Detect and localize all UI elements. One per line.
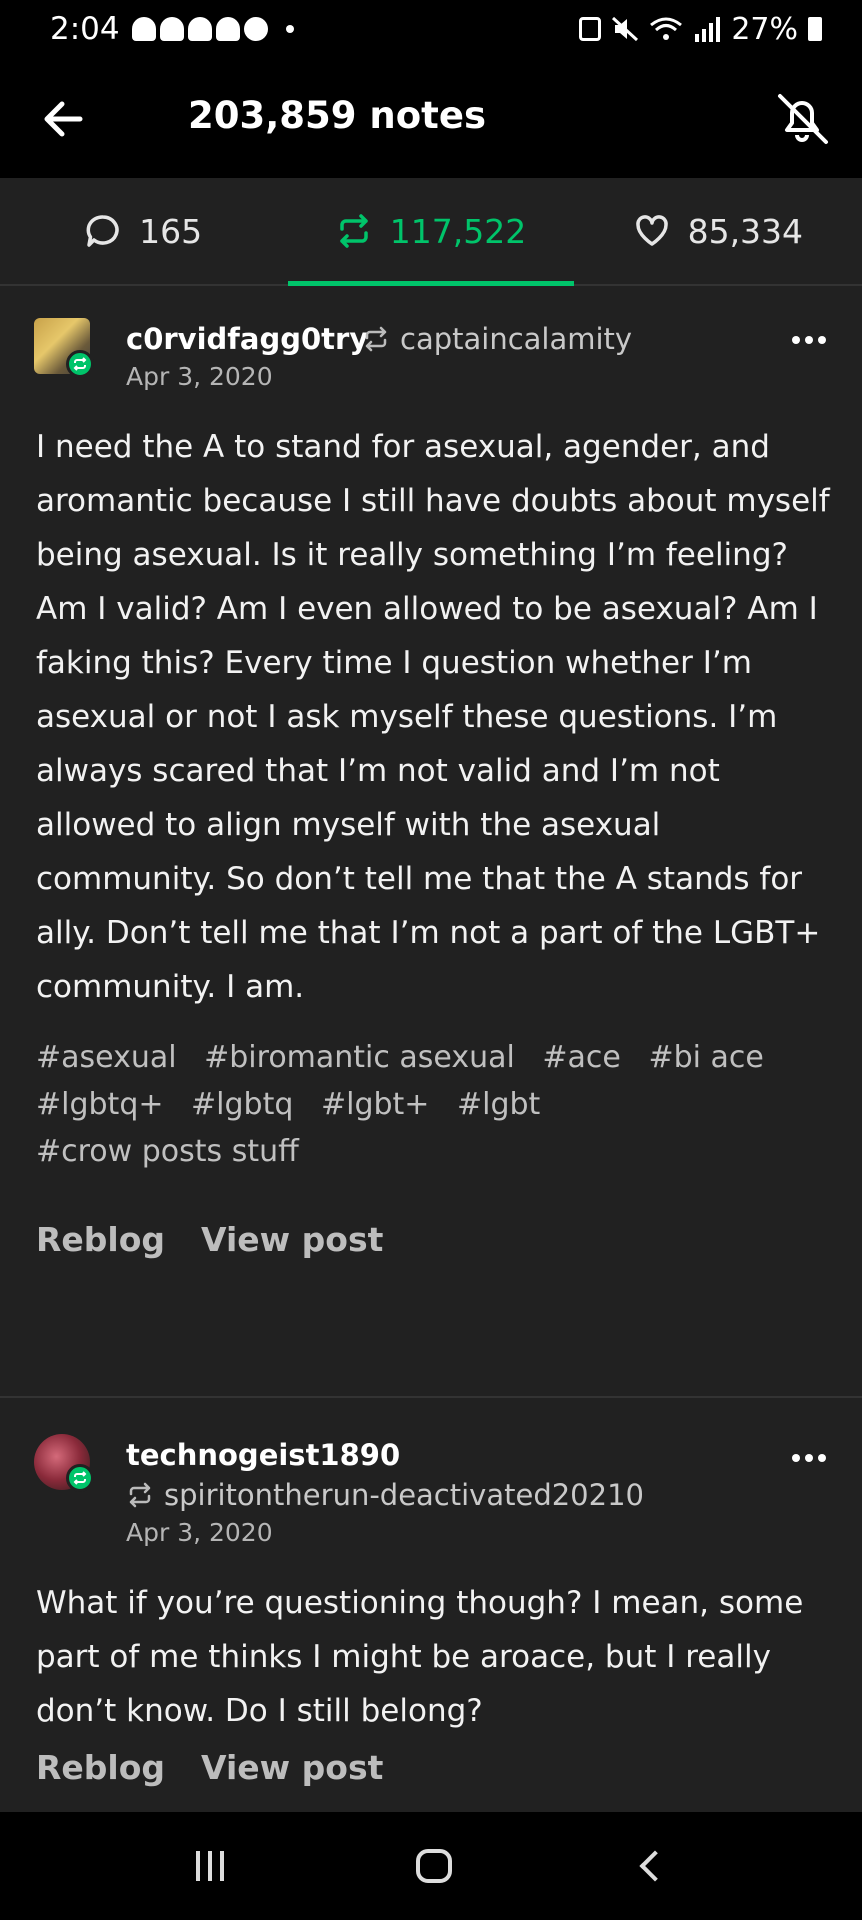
message-icon xyxy=(243,17,268,41)
more-options-icon[interactable] xyxy=(792,336,826,344)
note-item: technogeist1890 spiritontherun-deactivat… xyxy=(0,1398,862,1812)
post-tags: #asexual #biromantic asexual #ace #bi ac… xyxy=(36,1034,836,1175)
battery-percent: 27% xyxy=(731,11,798,47)
battery-icon xyxy=(808,17,822,41)
reblog-button[interactable]: Reblog xyxy=(36,1220,165,1259)
mute-icon xyxy=(612,16,639,42)
post-date: Apr 3, 2020 xyxy=(126,1518,273,1547)
more-options-icon[interactable] xyxy=(792,1454,826,1462)
snapchat-icon xyxy=(131,17,156,41)
recent-apps-icon[interactable] xyxy=(196,1851,224,1881)
wifi-icon xyxy=(650,17,683,40)
reblog-badge-icon xyxy=(66,1464,94,1492)
tag[interactable]: #lgbt+ xyxy=(321,1087,429,1122)
notes-list: 165 117,522 85,334 c0rvidfagg0try captai xyxy=(0,178,862,1812)
note-item: c0rvidfagg0try captaincalamity Apr 3, 20… xyxy=(0,286,862,1398)
snapchat-icon xyxy=(159,17,184,41)
tag[interactable]: #lgbtq+ xyxy=(36,1087,164,1122)
home-icon[interactable] xyxy=(416,1849,452,1883)
heart-icon xyxy=(635,215,668,246)
reblogged-from-name: captaincalamity xyxy=(400,322,633,356)
snapchat-icon xyxy=(187,17,212,41)
tag[interactable]: #crow posts stuff xyxy=(36,1134,299,1169)
lock-icon xyxy=(579,17,602,41)
reblogged-from[interactable]: captaincalamity xyxy=(362,322,632,356)
reblog-button[interactable]: Reblog xyxy=(36,1748,165,1787)
tag[interactable]: #biromantic asexual xyxy=(204,1040,515,1075)
tab-label: 117,522 xyxy=(389,211,527,251)
snapchat-icon xyxy=(215,17,240,41)
post-username[interactable]: c0rvidfagg0try xyxy=(126,322,368,356)
post-actions: Reblog View post xyxy=(36,1748,383,1787)
tab-likes[interactable]: 85,334 xyxy=(575,178,862,284)
status-time: 2:04 xyxy=(50,11,120,47)
notes-tabs: 165 117,522 85,334 xyxy=(0,178,862,286)
reblog-icon xyxy=(340,214,368,248)
reblog-icon xyxy=(129,1482,151,1508)
back-icon[interactable] xyxy=(639,1850,671,1882)
view-post-button[interactable]: View post xyxy=(201,1220,383,1259)
tag[interactable]: #ace xyxy=(542,1040,620,1075)
system-nav-bar xyxy=(0,1812,862,1920)
tab-label: 85,334 xyxy=(687,211,804,251)
post-actions: Reblog View post xyxy=(36,1220,383,1259)
more-notifications-icon xyxy=(285,25,294,33)
tab-label: 165 xyxy=(139,211,203,251)
notifications-off-icon[interactable] xyxy=(772,88,832,148)
tab-reblogs[interactable]: 117,522 xyxy=(287,178,574,286)
back-arrow-icon[interactable] xyxy=(40,96,86,142)
signal-icon xyxy=(695,17,721,42)
post-body: What if you’re questioning though? I mea… xyxy=(36,1585,804,1729)
post-date: Apr 3, 2020 xyxy=(126,362,273,391)
post-username[interactable]: technogeist1890 xyxy=(126,1438,400,1472)
reblogged-from[interactable]: spiritontherun-deactivated20210 xyxy=(126,1478,644,1512)
comment-icon xyxy=(86,215,119,247)
view-post-button[interactable]: View post xyxy=(201,1748,383,1787)
post-body: I need the A to stand for asexual, agend… xyxy=(36,429,830,1005)
page-title: 203,859 notes xyxy=(188,94,486,137)
tab-replies[interactable]: 165 xyxy=(0,178,287,284)
reblog-icon xyxy=(365,326,387,352)
reblog-badge-icon xyxy=(66,350,94,378)
reblogged-from-name: spiritontherun-deactivated20210 xyxy=(164,1478,644,1512)
tag[interactable]: #bi ace xyxy=(648,1040,763,1075)
tag[interactable]: #asexual xyxy=(36,1040,177,1075)
tag[interactable]: #lgbtq xyxy=(191,1087,293,1122)
status-bar: 2:04 27% xyxy=(0,0,862,58)
tag[interactable]: #lgbt xyxy=(457,1087,540,1122)
notification-icons xyxy=(131,17,294,41)
header: 203,859 notes xyxy=(0,58,862,178)
